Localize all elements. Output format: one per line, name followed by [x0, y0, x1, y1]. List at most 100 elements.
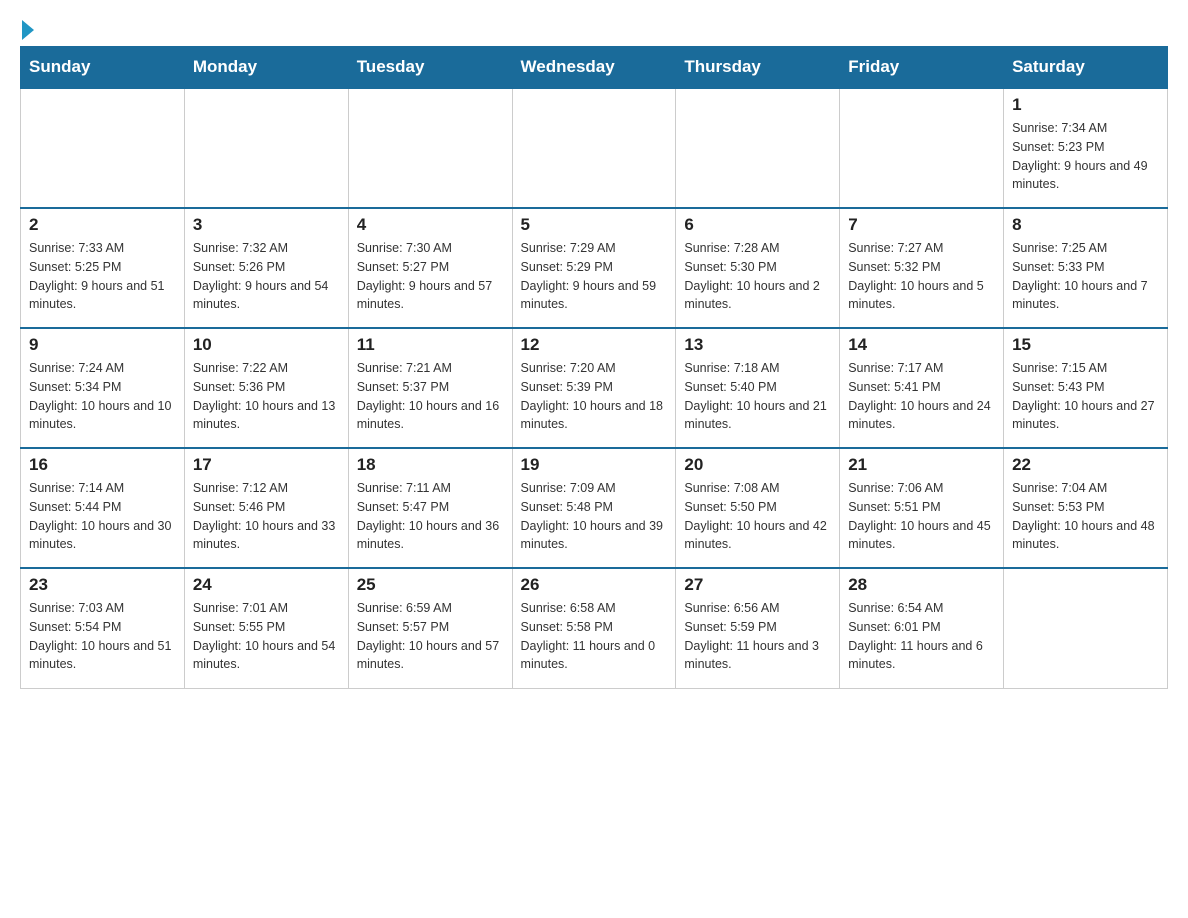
day-number: 12: [521, 335, 668, 355]
day-info: Sunrise: 7:21 AMSunset: 5:37 PMDaylight:…: [357, 359, 504, 434]
day-info: Sunrise: 7:08 AMSunset: 5:50 PMDaylight:…: [684, 479, 831, 554]
day-info: Sunrise: 7:14 AMSunset: 5:44 PMDaylight:…: [29, 479, 176, 554]
calendar-cell: 15 Sunrise: 7:15 AMSunset: 5:43 PMDayligh…: [1004, 328, 1168, 448]
day-number: 27: [684, 575, 831, 595]
calendar-cell: 9Sunrise: 7:24 AMSunset: 5:34 PMDaylight…: [21, 328, 185, 448]
day-number: 6: [684, 215, 831, 235]
calendar-cell: 23Sunrise: 7:03 AMSunset: 5:54 PMDayligh…: [21, 568, 185, 688]
page-header: [20, 20, 1168, 36]
calendar-cell: 4Sunrise: 7:30 AMSunset: 5:27 PMDaylight…: [348, 208, 512, 328]
calendar-cell: 3 Sunrise: 7:32 AMSunset: 5:26 PMDaylight…: [184, 208, 348, 328]
calendar-table: SundayMondayTuesdayWednesdayThursdayFrid…: [20, 46, 1168, 689]
day-number: 5: [521, 215, 668, 235]
calendar-cell: 19 Sunrise: 7:09 AMSunset: 5:48 PMDayligh…: [512, 448, 676, 568]
day-info: Sunrise: 7:17 AMSunset: 5:41 PMDaylight:…: [848, 359, 995, 434]
day-info: Sunrise: 7:09 AMSunset: 5:48 PMDaylight:…: [521, 479, 668, 554]
day-number: 15: [1012, 335, 1159, 355]
day-info: Sunrise: 7:15 AMSunset: 5:43 PMDaylight:…: [1012, 359, 1159, 434]
calendar-cell: 12 Sunrise: 7:20 AMSunset: 5:39 PMDayligh…: [512, 328, 676, 448]
day-info: Sunrise: 7:24 AMSunset: 5:34 PMDaylight:…: [29, 359, 176, 434]
day-number: 19: [521, 455, 668, 475]
calendar-cell: 13 Sunrise: 7:18 AMSunset: 5:40 PMDayligh…: [676, 328, 840, 448]
day-of-week-header: Tuesday: [348, 47, 512, 89]
calendar-cell: 25 Sunrise: 6:59 AMSunset: 5:57 PMDayligh…: [348, 568, 512, 688]
day-info: Sunrise: 6:56 AMSunset: 5:59 PMDaylight:…: [684, 599, 831, 674]
calendar-cell: [184, 88, 348, 208]
calendar-week-row: 9Sunrise: 7:24 AMSunset: 5:34 PMDaylight…: [21, 328, 1168, 448]
day-info: Sunrise: 7:11 AMSunset: 5:47 PMDaylight:…: [357, 479, 504, 554]
day-info: Sunrise: 6:59 AMSunset: 5:57 PMDaylight:…: [357, 599, 504, 674]
day-number: 17: [193, 455, 340, 475]
logo: [20, 20, 34, 36]
calendar-week-row: 2Sunrise: 7:33 AMSunset: 5:25 PMDaylight…: [21, 208, 1168, 328]
day-number: 3: [193, 215, 340, 235]
day-number: 8: [1012, 215, 1159, 235]
calendar-week-row: 1 Sunrise: 7:34 AMSunset: 5:23 PMDaylight…: [21, 88, 1168, 208]
calendar-cell: 10 Sunrise: 7:22 AMSunset: 5:36 PMDayligh…: [184, 328, 348, 448]
calendar-cell: 27 Sunrise: 6:56 AMSunset: 5:59 PMDayligh…: [676, 568, 840, 688]
day-of-week-header: Saturday: [1004, 47, 1168, 89]
day-info: Sunrise: 7:04 AMSunset: 5:53 PMDaylight:…: [1012, 479, 1159, 554]
calendar-cell: 6Sunrise: 7:28 AMSunset: 5:30 PMDaylight…: [676, 208, 840, 328]
calendar-cell: 28Sunrise: 6:54 AMSunset: 6:01 PMDayligh…: [840, 568, 1004, 688]
logo-arrow-icon: [22, 20, 34, 40]
days-of-week-row: SundayMondayTuesdayWednesdayThursdayFrid…: [21, 47, 1168, 89]
day-info: Sunrise: 7:25 AMSunset: 5:33 PMDaylight:…: [1012, 239, 1159, 314]
day-info: Sunrise: 7:01 AMSunset: 5:55 PMDaylight:…: [193, 599, 340, 674]
calendar-week-row: 16 Sunrise: 7:14 AMSunset: 5:44 PMDayligh…: [21, 448, 1168, 568]
calendar-cell: 22 Sunrise: 7:04 AMSunset: 5:53 PMDayligh…: [1004, 448, 1168, 568]
calendar-cell: 17 Sunrise: 7:12 AMSunset: 5:46 PMDayligh…: [184, 448, 348, 568]
day-info: Sunrise: 7:22 AMSunset: 5:36 PMDaylight:…: [193, 359, 340, 434]
day-number: 20: [684, 455, 831, 475]
day-info: Sunrise: 7:32 AMSunset: 5:26 PMDaylight:…: [193, 239, 340, 314]
day-of-week-header: Monday: [184, 47, 348, 89]
day-number: 22: [1012, 455, 1159, 475]
day-number: 10: [193, 335, 340, 355]
day-number: 24: [193, 575, 340, 595]
calendar-header: SundayMondayTuesdayWednesdayThursdayFrid…: [21, 47, 1168, 89]
day-info: Sunrise: 7:20 AMSunset: 5:39 PMDaylight:…: [521, 359, 668, 434]
calendar-cell: [512, 88, 676, 208]
day-number: 16: [29, 455, 176, 475]
calendar-cell: 18 Sunrise: 7:11 AMSunset: 5:47 PMDayligh…: [348, 448, 512, 568]
day-number: 7: [848, 215, 995, 235]
calendar-cell: [1004, 568, 1168, 688]
calendar-body: 1 Sunrise: 7:34 AMSunset: 5:23 PMDaylight…: [21, 88, 1168, 688]
calendar-cell: 5 Sunrise: 7:29 AMSunset: 5:29 PMDaylight…: [512, 208, 676, 328]
calendar-cell: 16 Sunrise: 7:14 AMSunset: 5:44 PMDayligh…: [21, 448, 185, 568]
day-number: 4: [357, 215, 504, 235]
calendar-week-row: 23Sunrise: 7:03 AMSunset: 5:54 PMDayligh…: [21, 568, 1168, 688]
day-number: 14: [848, 335, 995, 355]
calendar-cell: 8 Sunrise: 7:25 AMSunset: 5:33 PMDaylight…: [1004, 208, 1168, 328]
calendar-cell: 14 Sunrise: 7:17 AMSunset: 5:41 PMDayligh…: [840, 328, 1004, 448]
day-info: Sunrise: 6:58 AMSunset: 5:58 PMDaylight:…: [521, 599, 668, 674]
day-of-week-header: Sunday: [21, 47, 185, 89]
calendar-cell: 1 Sunrise: 7:34 AMSunset: 5:23 PMDaylight…: [1004, 88, 1168, 208]
day-number: 1: [1012, 95, 1159, 115]
calendar-cell: 26 Sunrise: 6:58 AMSunset: 5:58 PMDayligh…: [512, 568, 676, 688]
day-number: 25: [357, 575, 504, 595]
day-number: 18: [357, 455, 504, 475]
day-info: Sunrise: 7:12 AMSunset: 5:46 PMDaylight:…: [193, 479, 340, 554]
day-number: 13: [684, 335, 831, 355]
day-info: Sunrise: 7:27 AMSunset: 5:32 PMDaylight:…: [848, 239, 995, 314]
calendar-cell: 21Sunrise: 7:06 AMSunset: 5:51 PMDayligh…: [840, 448, 1004, 568]
calendar-cell: [840, 88, 1004, 208]
day-of-week-header: Friday: [840, 47, 1004, 89]
day-number: 26: [521, 575, 668, 595]
calendar-cell: 20 Sunrise: 7:08 AMSunset: 5:50 PMDayligh…: [676, 448, 840, 568]
calendar-cell: 7 Sunrise: 7:27 AMSunset: 5:32 PMDaylight…: [840, 208, 1004, 328]
calendar-cell: 11 Sunrise: 7:21 AMSunset: 5:37 PMDayligh…: [348, 328, 512, 448]
day-of-week-header: Wednesday: [512, 47, 676, 89]
day-info: Sunrise: 7:29 AMSunset: 5:29 PMDaylight:…: [521, 239, 668, 314]
day-of-week-header: Thursday: [676, 47, 840, 89]
day-info: Sunrise: 7:18 AMSunset: 5:40 PMDaylight:…: [684, 359, 831, 434]
day-number: 11: [357, 335, 504, 355]
calendar-cell: 24 Sunrise: 7:01 AMSunset: 5:55 PMDayligh…: [184, 568, 348, 688]
calendar-cell: 2Sunrise: 7:33 AMSunset: 5:25 PMDaylight…: [21, 208, 185, 328]
day-number: 21: [848, 455, 995, 475]
day-info: Sunrise: 7:34 AMSunset: 5:23 PMDaylight:…: [1012, 119, 1159, 194]
day-info: Sunrise: 7:33 AMSunset: 5:25 PMDaylight:…: [29, 239, 176, 314]
day-info: Sunrise: 7:03 AMSunset: 5:54 PMDaylight:…: [29, 599, 176, 674]
calendar-cell: [21, 88, 185, 208]
